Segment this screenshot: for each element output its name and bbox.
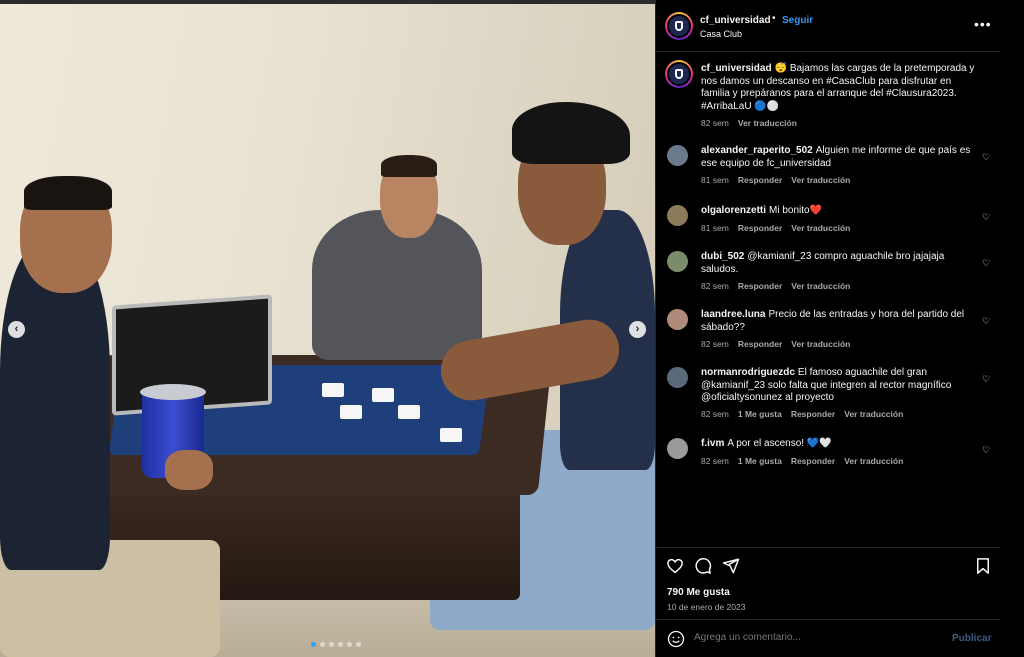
comment-time[interactable]: 81 sem xyxy=(701,175,729,185)
commenter-avatar[interactable] xyxy=(667,145,688,166)
commenter-username[interactable]: dubi_502 xyxy=(701,251,744,262)
carousel-dot xyxy=(338,642,343,647)
comment-text-block: alexander_raperito_502 Alguien me informe… xyxy=(701,145,975,170)
caption-time[interactable]: 82 sem xyxy=(701,118,729,128)
comment-heart-icon[interactable]: ♡ xyxy=(982,259,991,268)
comment-meta: 81 sem Responder Ver traducción xyxy=(701,175,859,185)
comment-heart-icon[interactable]: ♡ xyxy=(982,446,991,455)
comment-text-block: normanrodriguezdc El famoso aguachile del… xyxy=(701,367,975,405)
likes-count[interactable]: 790 Me gusta xyxy=(667,587,730,598)
comment-likes[interactable]: 1 Me gusta xyxy=(738,456,782,466)
caption-avatar[interactable] xyxy=(665,60,693,88)
author-username[interactable]: cf_universidad xyxy=(700,15,771,26)
playing-card xyxy=(440,428,462,442)
translate-link[interactable]: Ver traducción xyxy=(791,175,850,185)
heart-icon[interactable] xyxy=(666,557,684,575)
comments-list[interactable]: cf_universidad 😴 Bajamos las cargas de la… xyxy=(656,52,1001,547)
comment-text-block: olgalorenzetti Mi bonito❤️ xyxy=(701,205,975,218)
person-left-hair xyxy=(24,176,112,210)
comment-meta: 82 sem 1 Me gusta Responder Ver traducción xyxy=(701,456,912,466)
comment-heart-icon[interactable]: ♡ xyxy=(982,213,991,222)
commenter-avatar[interactable] xyxy=(667,438,688,459)
playing-card xyxy=(398,405,420,419)
publish-button[interactable]: Publicar xyxy=(952,633,991,644)
reply-button[interactable]: Responder xyxy=(738,281,782,291)
carousel-dot xyxy=(356,642,361,647)
commenter-username[interactable]: alexander_raperito_502 xyxy=(701,145,813,156)
bookmark-icon[interactable] xyxy=(974,557,992,575)
emoji-icon[interactable] xyxy=(667,630,685,648)
comment-time[interactable]: 81 sem xyxy=(701,223,729,233)
translate-link[interactable]: Ver traducción xyxy=(791,223,850,233)
commenter-avatar[interactable] xyxy=(667,251,688,272)
author-avatar[interactable] xyxy=(665,12,693,40)
playing-card xyxy=(372,388,394,402)
comment-input[interactable] xyxy=(694,632,934,643)
commenter-username[interactable]: olgalorenzetti xyxy=(701,205,766,216)
translate-link[interactable]: Ver traducción xyxy=(844,456,903,466)
comment-meta: 81 sem Responder Ver traducción xyxy=(701,223,859,233)
comment-time[interactable]: 82 sem xyxy=(701,339,729,349)
post-date: 10 de enero de 2023 xyxy=(667,602,746,612)
person-center-hair xyxy=(381,155,437,177)
comment-time[interactable]: 82 sem xyxy=(701,281,729,291)
reply-button[interactable]: Responder xyxy=(738,175,782,185)
comment-meta: 82 sem Responder Ver traducción xyxy=(701,339,859,349)
comment-text-block: laandree.luna Precio de las entradas y ho… xyxy=(701,309,975,334)
comment-time[interactable]: 82 sem xyxy=(701,409,729,419)
caption-translate-link[interactable]: Ver traducción xyxy=(738,118,797,128)
translate-link[interactable]: Ver traducción xyxy=(791,339,850,349)
comment-meta: 82 sem 1 Me gusta Responder Ver traducción xyxy=(701,409,912,419)
reply-button[interactable]: Responder xyxy=(791,409,835,419)
comment-text: Mi bonito❤️ xyxy=(769,205,823,216)
post-side-panel: cf_universidad • Seguir Casa Club ••• cf… xyxy=(655,0,1001,657)
post-header: cf_universidad • Seguir Casa Club ••• xyxy=(656,0,1001,52)
send-icon[interactable] xyxy=(722,557,740,575)
caption-username[interactable]: cf_universidad xyxy=(701,63,772,74)
caption-meta: 82 sem Ver traducción xyxy=(701,118,806,128)
carousel-dot xyxy=(311,642,316,647)
reply-button[interactable]: Responder xyxy=(738,339,782,349)
carousel-dot xyxy=(329,642,334,647)
post-location[interactable]: Casa Club xyxy=(700,29,742,39)
header-separator: • xyxy=(772,13,776,24)
carousel-dots xyxy=(311,642,361,647)
commenter-avatar[interactable] xyxy=(667,367,688,388)
comment-text-block: f.ivm A por el ascenso! 💙🤍 xyxy=(701,438,975,451)
playing-card xyxy=(340,405,362,419)
commenter-username[interactable]: laandree.luna xyxy=(701,309,765,320)
commenter-avatar[interactable] xyxy=(667,205,688,226)
caption-text-block: cf_universidad 😴 Bajamos las cargas de la… xyxy=(701,63,975,113)
commenter-username[interactable]: f.ivm xyxy=(701,438,724,449)
comment-text: A por el ascenso! 💙🤍 xyxy=(727,438,832,449)
person-left-hand xyxy=(165,450,213,490)
photo-top-strip xyxy=(0,0,655,4)
comment-time[interactable]: 82 sem xyxy=(701,456,729,466)
carousel-prev-button[interactable]: ‹ xyxy=(8,321,25,338)
comment-icon[interactable] xyxy=(694,557,712,575)
translate-link[interactable]: Ver traducción xyxy=(791,281,850,291)
comment-meta: 82 sem Responder Ver traducción xyxy=(701,281,859,291)
reply-button[interactable]: Responder xyxy=(738,223,782,233)
comment-heart-icon[interactable]: ♡ xyxy=(982,375,991,384)
comment-text-block: dubi_502 @kamianif_23 compro aguachile br… xyxy=(701,251,975,276)
playing-card xyxy=(322,383,344,397)
comment-heart-icon[interactable]: ♡ xyxy=(982,153,991,162)
window-right-edge xyxy=(1000,0,1024,657)
carousel-dot xyxy=(347,642,352,647)
reply-button[interactable]: Responder xyxy=(791,456,835,466)
post-actions: 790 Me gusta 10 de enero de 2023 xyxy=(656,547,1001,619)
post-photo[interactable]: ‹ › xyxy=(0,0,655,657)
more-icon[interactable]: ••• xyxy=(974,16,992,32)
commenter-username[interactable]: normanrodriguezdc xyxy=(701,367,795,378)
follow-button[interactable]: Seguir xyxy=(782,15,813,26)
comment-composer: Publicar xyxy=(656,619,1001,657)
translate-link[interactable]: Ver traducción xyxy=(844,409,903,419)
carousel-next-button[interactable]: › xyxy=(629,321,646,338)
commenter-avatar[interactable] xyxy=(667,309,688,330)
comment-likes[interactable]: 1 Me gusta xyxy=(738,409,782,419)
comment-heart-icon[interactable]: ♡ xyxy=(982,317,991,326)
carousel-dot xyxy=(320,642,325,647)
